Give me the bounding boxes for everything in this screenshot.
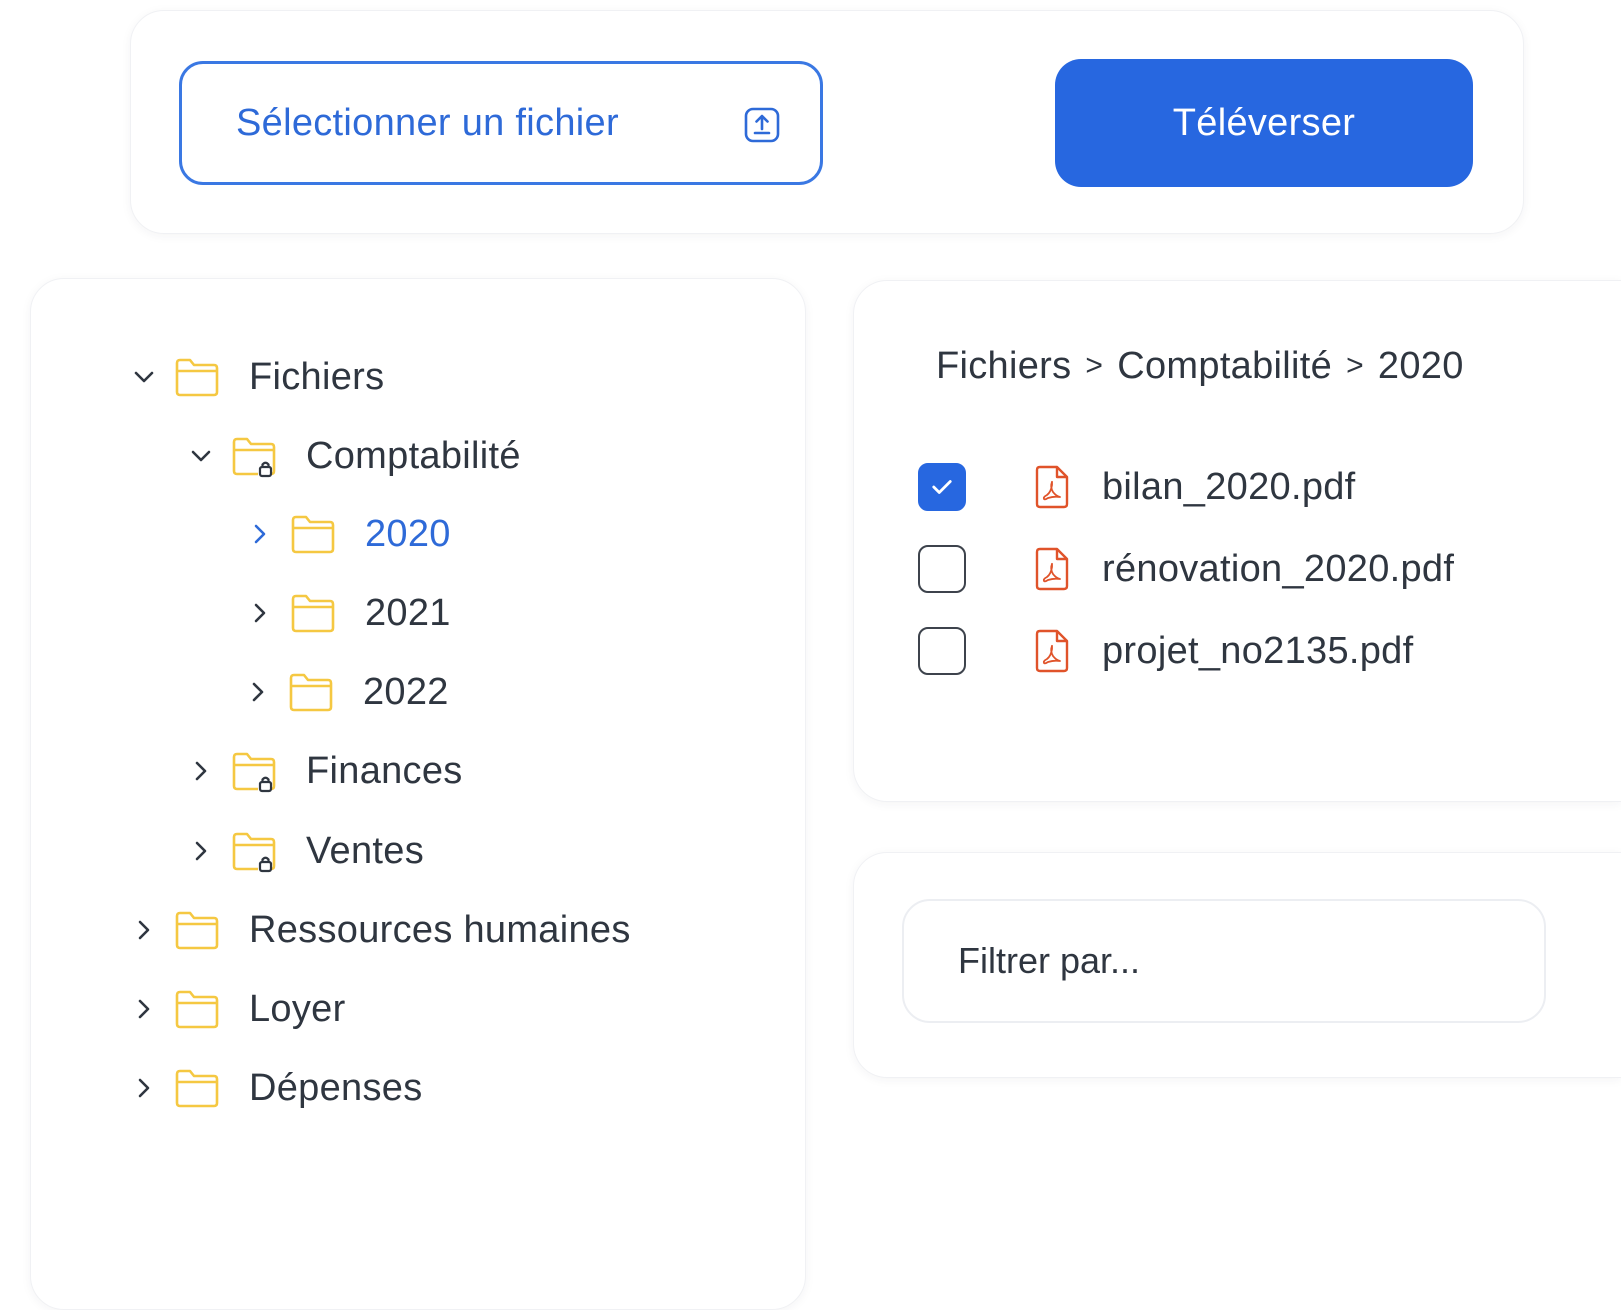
chevron-right-icon[interactable] [184, 834, 218, 868]
file-row: bilan_2020.pdf [918, 459, 1356, 515]
pdf-file-icon [1034, 547, 1070, 591]
folder-icon [289, 512, 337, 556]
locked-folder-icon [230, 434, 278, 478]
tree-item-label: Comptabilité [306, 434, 521, 477]
file-name[interactable]: projet_no2135.pdf [1102, 630, 1413, 673]
chevron-right-icon[interactable] [243, 517, 277, 551]
upload-panel: Sélectionner un fichier Téléverser [130, 10, 1524, 234]
upload-button[interactable]: Téléverser [1055, 59, 1473, 187]
breadcrumb-item-comptabilite[interactable]: Comptabilité [1117, 345, 1332, 387]
chevron-right-icon[interactable] [241, 675, 275, 709]
file-list-panel: Fichiers > Comptabilité >2020 bilan_2020.pd… [853, 280, 1621, 802]
tree-item-label: 2022 [363, 670, 449, 713]
tree-item-label: Ressources humaines [249, 908, 631, 951]
tree-item-loyer[interactable]: Loyer [127, 979, 346, 1039]
tree-item-2021[interactable]: 2021 [243, 583, 451, 643]
tree-item-ressources-humaines[interactable]: Ressources humaines [127, 900, 631, 960]
folder-icon [173, 908, 221, 952]
upload-icon [744, 107, 780, 143]
breadcrumb-separator: > [1085, 349, 1104, 382]
filter-input[interactable] [902, 899, 1546, 1023]
tree-item-ventes[interactable]: Ventes [184, 821, 424, 881]
tree-item-label: Fichiers [249, 355, 385, 398]
tree-item-fichiers[interactable]: Fichiers [127, 347, 384, 407]
tree-item-2022[interactable]: 2022 [241, 662, 449, 722]
tree-item-label: Dépenses [249, 1066, 423, 1109]
pdf-file-icon [1034, 465, 1070, 509]
tree-item-2020[interactable]: 2020 [243, 504, 451, 564]
chevron-right-icon[interactable] [184, 754, 218, 788]
breadcrumb-item-2020[interactable]: 2020 [1378, 345, 1464, 387]
pdf-file-icon [1034, 629, 1070, 673]
tree-item-comptabilite[interactable]: Comptabilité [184, 426, 521, 486]
folder-icon [173, 987, 221, 1031]
locked-folder-icon [230, 829, 278, 873]
file-name[interactable]: rénovation_2020.pdf [1102, 548, 1454, 591]
filter-panel [853, 852, 1621, 1078]
tree-item-label: Finances [306, 749, 463, 792]
folder-tree-panel: Fichiers Comptabilité 2020 2021 2022 Finances… [30, 278, 806, 1310]
select-file-button[interactable]: Sélectionner un fichier [179, 61, 823, 185]
tree-item-label: Loyer [249, 987, 346, 1030]
breadcrumb-separator: > [1346, 349, 1364, 382]
tree-item-depenses[interactable]: Dépenses [127, 1058, 423, 1118]
folder-icon [287, 670, 335, 714]
file-row: projet_no2135.pdf [918, 623, 1413, 679]
breadcrumb: Fichiers > Comptabilité >2020 [936, 345, 1464, 388]
chevron-down-icon[interactable] [127, 360, 161, 394]
file-checkbox[interactable] [918, 463, 966, 511]
tree-item-label: 2021 [365, 591, 451, 634]
file-row: rénovation_2020.pdf [918, 541, 1454, 597]
locked-folder-icon [230, 749, 278, 793]
folder-icon [289, 591, 337, 635]
chevron-right-icon[interactable] [127, 913, 161, 947]
breadcrumb-item-fichiers[interactable]: Fichiers [936, 345, 1071, 387]
tree-item-label: 2020 [365, 512, 451, 555]
chevron-down-icon[interactable] [184, 439, 218, 473]
chevron-right-icon[interactable] [127, 1071, 161, 1105]
file-checkbox[interactable] [918, 627, 966, 675]
file-checkbox[interactable] [918, 545, 966, 593]
folder-icon [173, 1066, 221, 1110]
tree-item-label: Ventes [306, 829, 425, 872]
chevron-right-icon[interactable] [127, 992, 161, 1026]
chevron-right-icon[interactable] [243, 596, 277, 630]
select-file-label: Sélectionner un fichier [236, 101, 619, 144]
tree-item-finances[interactable]: Finances [184, 741, 463, 801]
file-name[interactable]: bilan_2020.pdf [1102, 466, 1356, 509]
folder-icon [173, 355, 221, 399]
